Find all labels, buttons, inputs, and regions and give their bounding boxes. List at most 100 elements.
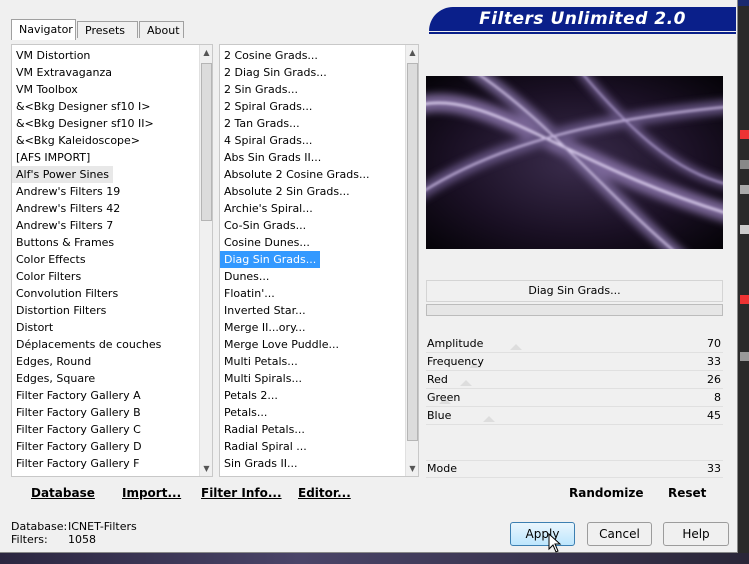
category-list-item[interactable]: Andrew's Filters 42: [12, 200, 124, 217]
filter-list-item[interactable]: Archie's Spiral...: [220, 200, 317, 217]
tab-about[interactable]: About: [139, 21, 184, 38]
param-blue[interactable]: Blue 45: [426, 407, 723, 425]
param-amplitude[interactable]: Amplitude 70: [426, 335, 723, 353]
filters-info: Filters: 1058: [11, 533, 96, 547]
filter-list-item[interactable]: Petals...: [220, 404, 271, 421]
database-value: ICNET-Filters: [68, 520, 137, 533]
param-label: Frequency: [427, 355, 484, 368]
filter-list-item[interactable]: Floatin'...: [220, 285, 279, 302]
filter-list-item[interactable]: Diag Sin Grads...: [220, 251, 321, 268]
filter-list-item[interactable]: Radial Petals...: [220, 421, 309, 438]
category-list-item[interactable]: Filter Factory Gallery C: [12, 421, 145, 438]
filters-count-value: 1058: [68, 533, 96, 546]
category-list-item[interactable]: Filter Factory Gallery B: [12, 404, 145, 421]
category-list-item[interactable]: Distortion Filters: [12, 302, 110, 319]
filter-list-item[interactable]: Merge Love Puddle...: [220, 336, 343, 353]
reset-button[interactable]: Reset: [668, 483, 706, 503]
filter-list-item[interactable]: 4 Spiral Grads...: [220, 132, 316, 149]
editor-button[interactable]: Editor...: [298, 483, 351, 503]
param-label: Red: [427, 373, 448, 386]
filter-list-item[interactable]: Multi Petals...: [220, 353, 302, 370]
scroll-down-icon[interactable]: ▼: [406, 462, 418, 476]
category-list-item[interactable]: Filter Factory Gallery A: [12, 387, 145, 404]
background-side-panel: [738, 0, 749, 564]
randomize-button[interactable]: Randomize: [569, 483, 643, 503]
scroll-thumb[interactable]: [407, 63, 418, 441]
filter-list-item[interactable]: Abs Sin Grads II...: [220, 149, 325, 166]
cancel-button[interactable]: Cancel: [587, 522, 652, 546]
database-label: Database:: [11, 520, 68, 533]
slider-indicator-icon[interactable]: [483, 416, 495, 422]
red-swatch-icon: [740, 295, 749, 304]
category-list-item[interactable]: Edges, Round: [12, 353, 95, 370]
filter-list-item[interactable]: Dunes...: [220, 268, 273, 285]
param-frequency[interactable]: Frequency 33: [426, 353, 723, 371]
filter-info-button[interactable]: Filter Info...: [201, 483, 282, 503]
tool-icon: [740, 185, 749, 194]
category-list-item[interactable]: &<Bkg Kaleidoscope>: [12, 132, 144, 149]
tool-icon: [740, 160, 749, 169]
category-list-item[interactable]: &<Bkg Designer sf10 II>: [12, 115, 158, 132]
slider-indicator-icon[interactable]: [460, 380, 472, 386]
import-button[interactable]: Import...: [122, 483, 181, 503]
background-side-title: [738, 0, 749, 6]
param-label: Green: [427, 391, 461, 404]
filter-list-item[interactable]: Multi Spirals...: [220, 370, 306, 387]
category-list-item[interactable]: Edges, Square: [12, 370, 99, 387]
category-list-item[interactable]: VM Toolbox: [12, 81, 82, 98]
category-list-item[interactable]: VM Distortion: [12, 47, 94, 64]
filter-scrollbar[interactable]: ▲ ▼: [405, 45, 418, 476]
param-label: Amplitude: [427, 337, 484, 350]
help-button[interactable]: Help: [663, 522, 729, 546]
param-mode[interactable]: Mode 33: [426, 460, 723, 478]
scroll-up-icon[interactable]: ▲: [200, 46, 212, 60]
tool-icon: [740, 352, 749, 361]
category-list-item[interactable]: Andrew's Filters 7: [12, 217, 117, 234]
param-label: Mode: [427, 462, 457, 475]
category-list-item[interactable]: Buttons & Frames: [12, 234, 118, 251]
scroll-up-icon[interactable]: ▲: [406, 46, 418, 60]
category-list-item[interactable]: Alf's Power Sines: [12, 166, 113, 183]
filters-count-label: Filters:: [11, 533, 48, 546]
filter-list-item[interactable]: Cosine Dunes...: [220, 234, 314, 251]
category-list-item[interactable]: Filter Factory Gallery F: [12, 455, 143, 472]
database-button[interactable]: Database: [31, 483, 95, 503]
param-red[interactable]: Red 26: [426, 371, 723, 389]
tab-presets[interactable]: Presets: [77, 21, 138, 38]
filter-list[interactable]: ▲ ▼ 2 Cosine Grads... 2 Diag Sin Grads...…: [219, 44, 419, 477]
param-green[interactable]: Green 8: [426, 389, 723, 407]
slider-indicator-icon[interactable]: [510, 344, 522, 350]
brand-title: Filters Unlimited 2.0: [429, 7, 736, 31]
category-list-item[interactable]: Distort: [12, 319, 57, 336]
scroll-thumb[interactable]: [201, 63, 212, 221]
filter-list-item[interactable]: Absolute 2 Sin Grads...: [220, 183, 354, 200]
filter-list-item[interactable]: Merge II...ory...: [220, 319, 310, 336]
filter-list-item[interactable]: 2 Sin Grads...: [220, 81, 302, 98]
category-list-item[interactable]: Déplacements de couches: [12, 336, 165, 353]
filter-list-item[interactable]: 2 Spiral Grads...: [220, 98, 316, 115]
filter-list-item[interactable]: 2 Diag Sin Grads...: [220, 64, 331, 81]
filter-list-item[interactable]: Radial Spiral ...: [220, 438, 311, 455]
category-list-item[interactable]: Filter Factory Gallery D: [12, 438, 146, 455]
filter-list-item[interactable]: 2 Cosine Grads...: [220, 47, 322, 64]
filter-list-item[interactable]: Sin Grads II...: [220, 455, 301, 472]
category-list-item[interactable]: Andrew's Filters 19: [12, 183, 124, 200]
category-scrollbar[interactable]: ▲ ▼: [199, 45, 212, 476]
category-list-item[interactable]: VM Extravaganza: [12, 64, 116, 81]
filter-list-item[interactable]: Inverted Star...: [220, 302, 310, 319]
apply-button[interactable]: Apply: [510, 522, 575, 546]
scroll-down-icon[interactable]: ▼: [200, 462, 212, 476]
filter-list-item[interactable]: Co-Sin Grads...: [220, 217, 310, 234]
category-list-item[interactable]: Color Filters: [12, 268, 85, 285]
category-list-item[interactable]: Convolution Filters: [12, 285, 122, 302]
category-list-item[interactable]: &<Bkg Designer sf10 I>: [12, 98, 155, 115]
filters-unlimited-dialog: Navigator Presets About Filters Unlimite…: [0, 0, 738, 553]
filter-list-item[interactable]: Absolute 2 Cosine Grads...: [220, 166, 374, 183]
category-list-item[interactable]: Color Effects: [12, 251, 90, 268]
param-value: 70: [707, 337, 721, 350]
category-list-item[interactable]: [AFS IMPORT]: [12, 149, 94, 166]
tab-navigator[interactable]: Navigator: [11, 19, 76, 40]
filter-list-item[interactable]: Petals 2...: [220, 387, 282, 404]
filter-list-item[interactable]: 2 Tan Grads...: [220, 115, 304, 132]
category-list[interactable]: ▲ ▼ VM Distortion VM Extravaganza VM Toolb…: [11, 44, 213, 477]
